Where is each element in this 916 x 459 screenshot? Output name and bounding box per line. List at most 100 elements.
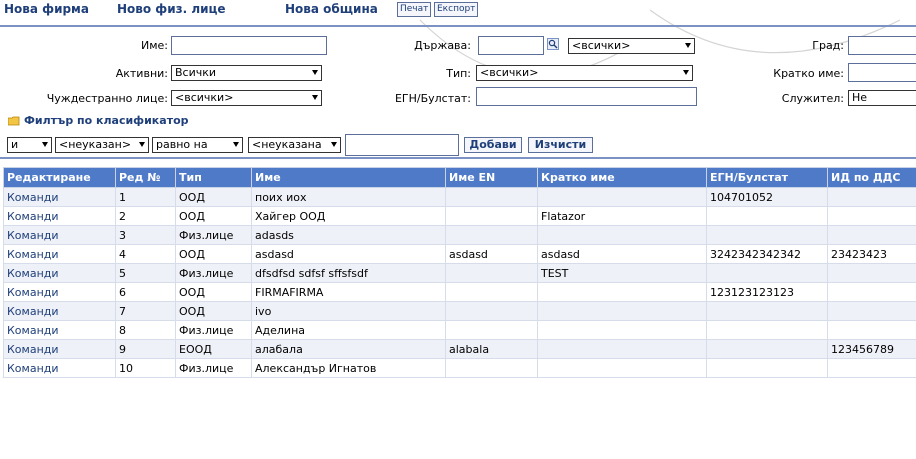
commands-link[interactable]: Команди bbox=[3, 320, 116, 340]
new-firm-link[interactable]: Нова фирма bbox=[4, 2, 89, 16]
active-select[interactable]: Всички bbox=[171, 65, 322, 81]
table-cell: 8 bbox=[115, 320, 176, 340]
export-button[interactable]: Експорт bbox=[434, 2, 479, 17]
classifier-text-input[interactable] bbox=[345, 134, 459, 156]
logic-select[interactable]: и bbox=[7, 137, 52, 153]
col-header-egn[interactable]: ЕГН/Булстат bbox=[706, 167, 828, 188]
col-header-edit[interactable]: Редактиране bbox=[3, 167, 116, 188]
table-cell bbox=[537, 282, 707, 302]
type-select[interactable]: <всички> bbox=[476, 65, 693, 81]
table-cell bbox=[537, 339, 707, 359]
egn-input[interactable] bbox=[476, 87, 697, 106]
classifier-field-select[interactable]: <неуказан> bbox=[55, 137, 149, 153]
commands-link[interactable]: Команди bbox=[3, 263, 116, 283]
type-label: Тип: bbox=[446, 67, 471, 80]
commands-link[interactable]: Команди bbox=[3, 358, 116, 378]
table-cell: Физ.лице bbox=[175, 358, 252, 378]
commands-link[interactable]: Команди bbox=[3, 244, 116, 264]
name-label: Име: bbox=[140, 39, 168, 52]
table-cell bbox=[827, 225, 916, 245]
chevron-down-icon bbox=[312, 70, 318, 75]
table-cell: Физ.лице bbox=[175, 263, 252, 283]
short-name-input[interactable] bbox=[848, 63, 916, 82]
col-header-name[interactable]: Име bbox=[251, 167, 446, 188]
table-cell: поих иох bbox=[251, 187, 446, 207]
table-cell bbox=[706, 320, 828, 340]
clear-button[interactable]: Изчисти bbox=[528, 137, 593, 153]
operator-select[interactable]: равно на bbox=[152, 137, 243, 153]
foreign-select[interactable]: <всички> bbox=[171, 90, 322, 106]
chevron-down-icon bbox=[312, 95, 318, 100]
col-header-vat-id[interactable]: ИД по ДДС bbox=[827, 167, 916, 188]
employee-select[interactable]: Не bbox=[848, 90, 916, 106]
table-cell bbox=[706, 339, 828, 359]
table-cell: 123456789 bbox=[827, 339, 916, 359]
table-cell: Александър Игнатов bbox=[251, 358, 446, 378]
chevron-down-icon bbox=[139, 142, 145, 147]
table-cell: 123123123123 bbox=[706, 282, 828, 302]
table-cell: ЕООД bbox=[175, 339, 252, 359]
commands-link[interactable]: Команди bbox=[3, 282, 116, 302]
table-cell: Flatazor bbox=[537, 206, 707, 226]
new-municipality-link[interactable]: Нова община bbox=[285, 2, 378, 16]
col-header-type[interactable]: Тип bbox=[175, 167, 252, 188]
search-icon[interactable] bbox=[547, 38, 559, 50]
table-header-row: Редактиране Ред № Тип Име Име EN Кратко … bbox=[3, 167, 916, 188]
chevron-down-icon bbox=[683, 70, 689, 75]
table-cell: dfsdfsd sdfsf sffsfsdf bbox=[251, 263, 446, 283]
col-header-short-name[interactable]: Кратко име bbox=[537, 167, 707, 188]
employee-label: Служител: bbox=[781, 92, 844, 105]
table-row: Команди 8 Физ.лице Аделина bbox=[3, 320, 916, 340]
col-header-row-no[interactable]: Ред № bbox=[115, 167, 176, 188]
country-select[interactable]: <всички> bbox=[568, 38, 695, 54]
commands-link[interactable]: Команди bbox=[3, 301, 116, 321]
table-row: Команди 4 ООД asdasd asdasd asdasd 32423423423… bbox=[3, 244, 916, 264]
table-cell: 3 bbox=[115, 225, 176, 245]
commands-link[interactable]: Команди bbox=[3, 225, 116, 245]
commands-link[interactable]: Команди bbox=[3, 339, 116, 359]
commands-link[interactable]: Команди bbox=[3, 187, 116, 207]
table-cell bbox=[445, 187, 538, 207]
table-cell bbox=[445, 301, 538, 321]
operator-select-value: равно на bbox=[156, 138, 208, 151]
foreign-label: Чуждестранно лице: bbox=[46, 92, 168, 105]
table-cell: 1 bbox=[115, 187, 176, 207]
add-button[interactable]: Добави bbox=[464, 137, 522, 153]
logic-select-value: и bbox=[11, 138, 19, 151]
table-cell bbox=[537, 301, 707, 321]
table-cell: ООД bbox=[175, 187, 252, 207]
table-cell: ООД bbox=[175, 206, 252, 226]
table-row: Команди 7 ООД ivo bbox=[3, 301, 916, 321]
table-cell: TEST bbox=[537, 263, 707, 283]
folder-icon bbox=[8, 116, 20, 126]
table-cell: 6 bbox=[115, 282, 176, 302]
table-cell: Физ.лице bbox=[175, 225, 252, 245]
col-header-name-en[interactable]: Име EN bbox=[445, 167, 538, 188]
table-cell bbox=[827, 301, 916, 321]
active-label: Активни: bbox=[115, 67, 168, 80]
table-cell bbox=[445, 206, 538, 226]
table-cell bbox=[827, 187, 916, 207]
city-label: Град: bbox=[812, 39, 844, 52]
table-cell bbox=[706, 263, 828, 283]
chevron-down-icon bbox=[685, 43, 691, 48]
name-input[interactable] bbox=[171, 36, 327, 55]
egn-label: ЕГН/Булстат: bbox=[394, 92, 471, 105]
empty-area bbox=[0, 378, 916, 459]
city-input[interactable] bbox=[848, 36, 916, 55]
type-select-value: <всички> bbox=[480, 66, 539, 79]
country-input[interactable] bbox=[478, 36, 544, 55]
print-button[interactable]: Печат bbox=[397, 2, 432, 17]
commands-link[interactable]: Команди bbox=[3, 206, 116, 226]
table-cell: Хайгер ООД bbox=[251, 206, 446, 226]
table-row: Команди 2 ООД Хайгер ООД Flatazor bbox=[3, 206, 916, 226]
table-cell bbox=[827, 263, 916, 283]
table-cell bbox=[706, 225, 828, 245]
table-cell: 104701052 bbox=[706, 187, 828, 207]
table-cell: 9 bbox=[115, 339, 176, 359]
table-cell: ООД bbox=[175, 282, 252, 302]
classifier-value-select[interactable]: <неуказана bbox=[248, 137, 341, 153]
table-row: Команди 3 Физ.лице adasds bbox=[3, 225, 916, 245]
chevron-down-icon bbox=[42, 142, 48, 147]
new-person-link[interactable]: Ново физ. лице bbox=[117, 2, 226, 16]
